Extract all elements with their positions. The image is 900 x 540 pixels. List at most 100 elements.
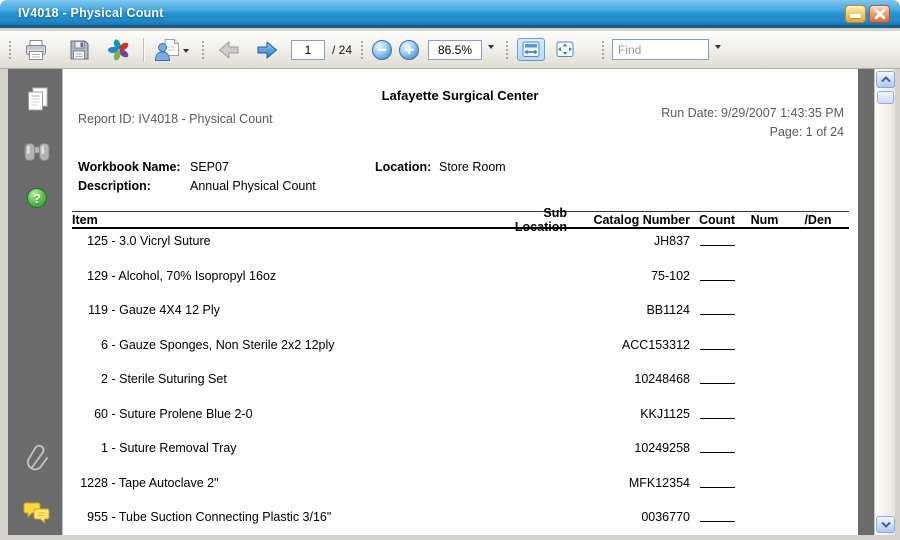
item-separator: - [108, 441, 120, 455]
zoom-out-button[interactable] [372, 39, 393, 60]
minimize-button[interactable] [845, 5, 866, 23]
fit-page-button[interactable] [551, 38, 579, 61]
next-page-button[interactable] [251, 37, 283, 63]
table-row: 6 - Gauze Sponges, Non Sterile 2x2 12ply… [72, 333, 849, 368]
item-quantity: 1228 [80, 475, 108, 490]
refresh-button[interactable] [104, 36, 134, 64]
report-id-label: Report ID: IV4018 - Physical Count [78, 112, 273, 126]
export-icon [154, 38, 179, 61]
item-name: Suture Removal Tray [119, 441, 237, 455]
description-row: Description: Annual Physical Count [78, 179, 316, 193]
report-viewer-window: IV4018 - Physical Count 1 / 24 86.5% Fin… [0, 0, 900, 540]
toolbar-grip[interactable] [8, 38, 12, 61]
close-button[interactable] [869, 5, 890, 23]
count-cell [692, 476, 742, 491]
count-cell [692, 372, 742, 387]
column-header-sub-location: Sub Location [514, 205, 567, 234]
item-cell: 6 - Gauze Sponges, Non Sterile 2x2 12ply [72, 338, 492, 352]
count-cell [692, 441, 742, 456]
workbook-row: Workbook Name: SEP07 Location: Store Room [78, 160, 506, 174]
save-button[interactable] [64, 36, 94, 64]
dropdown-icon [715, 44, 722, 52]
next-page-icon [257, 41, 277, 58]
column-header-num: Num [750, 212, 779, 227]
workbook-name-value: SEP07 [190, 160, 229, 174]
scroll-up-button[interactable] [876, 71, 895, 88]
table-row: 1228 - Tape Autoclave 2" MFK12354 [72, 471, 849, 506]
count-fill-line [699, 441, 735, 453]
viewer-body: ? Lafayette Surgical Center Report ID: I… [8, 69, 895, 535]
find-dropdown-button[interactable] [709, 40, 724, 60]
count-fill-line [699, 234, 735, 246]
item-separator: - [108, 234, 120, 248]
prev-page-icon [219, 41, 239, 58]
report-page: Lafayette Surgical Center Report ID: IV4… [62, 69, 858, 535]
item-quantity: 6 [101, 337, 108, 352]
catalog-number-cell: KKJ1125 [640, 406, 690, 421]
prev-page-button[interactable] [213, 37, 245, 63]
column-header-den: /Den [804, 212, 832, 227]
count-cell [692, 303, 742, 318]
toolbar-grip[interactable] [505, 38, 510, 61]
help-button[interactable]: ? [19, 180, 55, 216]
count-fill-line [699, 269, 735, 281]
workbook-name-label: Workbook Name: [78, 160, 181, 174]
count-cell [692, 234, 742, 249]
table-row: 125 - 3.0 Vicryl Suture JH837 [72, 229, 849, 264]
description-label: Description: [78, 179, 151, 193]
comments-button[interactable] [19, 495, 55, 531]
item-separator: - [108, 510, 119, 524]
catalog-number-cell: ACC153312 [621, 337, 690, 352]
export-button[interactable] [150, 35, 193, 65]
item-cell: 129 - Alcohol, 70% Isopropyl 16oz [72, 269, 492, 283]
zoom-level-combo [428, 39, 497, 60]
down-arrow-icon [880, 521, 891, 528]
toolbar-grip[interactable] [601, 38, 606, 61]
pages-icon [28, 87, 48, 111]
zoom-dropdown-button[interactable] [482, 40, 497, 60]
fit-page-icon [556, 41, 574, 57]
find-input[interactable] [612, 39, 710, 60]
toolbar-grip[interactable] [201, 38, 205, 61]
item-quantity: 60 [94, 406, 108, 421]
item-separator: - [108, 303, 120, 317]
count-fill-line [699, 372, 735, 384]
toolbar-grip[interactable] [360, 38, 365, 61]
scroll-thumb[interactable] [877, 91, 894, 104]
fit-width-button[interactable] [517, 38, 546, 61]
up-arrow-icon [880, 76, 891, 83]
count-cell [692, 338, 742, 353]
zoom-in-icon [404, 48, 414, 51]
catalog-number-cell: JH837 [653, 234, 690, 248]
item-cell: 2 - Sterile Suturing Set [72, 372, 492, 386]
group-tree-button[interactable] [19, 82, 55, 118]
count-fill-line [699, 476, 735, 488]
item-name: 3.0 Vicryl Suture [119, 234, 211, 248]
table-row: 2 - Sterile Suturing Set 10248468 [72, 367, 849, 402]
search-button[interactable] [19, 134, 55, 170]
catalog-number-cell: BB1124 [646, 303, 690, 317]
page-number-input[interactable] [291, 39, 325, 60]
report-title: Lafayette Surgical Center [381, 88, 539, 103]
print-button[interactable] [20, 36, 52, 64]
table-row: 119 - Gauze 4X4 12 Ply BB1124 [72, 298, 849, 333]
column-header-count: Count [698, 212, 736, 227]
zoom-in-button[interactable] [399, 39, 420, 60]
window-titlebar[interactable]: IV4018 - Physical Count [0, 0, 900, 28]
dropdown-icon [488, 44, 495, 52]
catalog-number-cell: 0036770 [641, 510, 690, 524]
close-icon [874, 8, 885, 20]
print-icon [26, 39, 46, 60]
item-separator: - [108, 337, 120, 352]
fit-width-icon [522, 41, 540, 57]
attachments-button[interactable] [19, 441, 55, 477]
item-quantity: 1 [101, 441, 108, 455]
count-fill-line [699, 303, 735, 315]
scroll-down-button[interactable] [876, 516, 895, 533]
item-cell: 125 - 3.0 Vicryl Suture [72, 234, 492, 248]
catalog-number-cell: 75-102 [651, 268, 690, 283]
count-cell [692, 510, 742, 525]
vertical-scrollbar[interactable] [874, 69, 895, 535]
item-name: Sterile Suturing Set [119, 372, 227, 386]
zoom-level-input[interactable] [428, 39, 483, 60]
